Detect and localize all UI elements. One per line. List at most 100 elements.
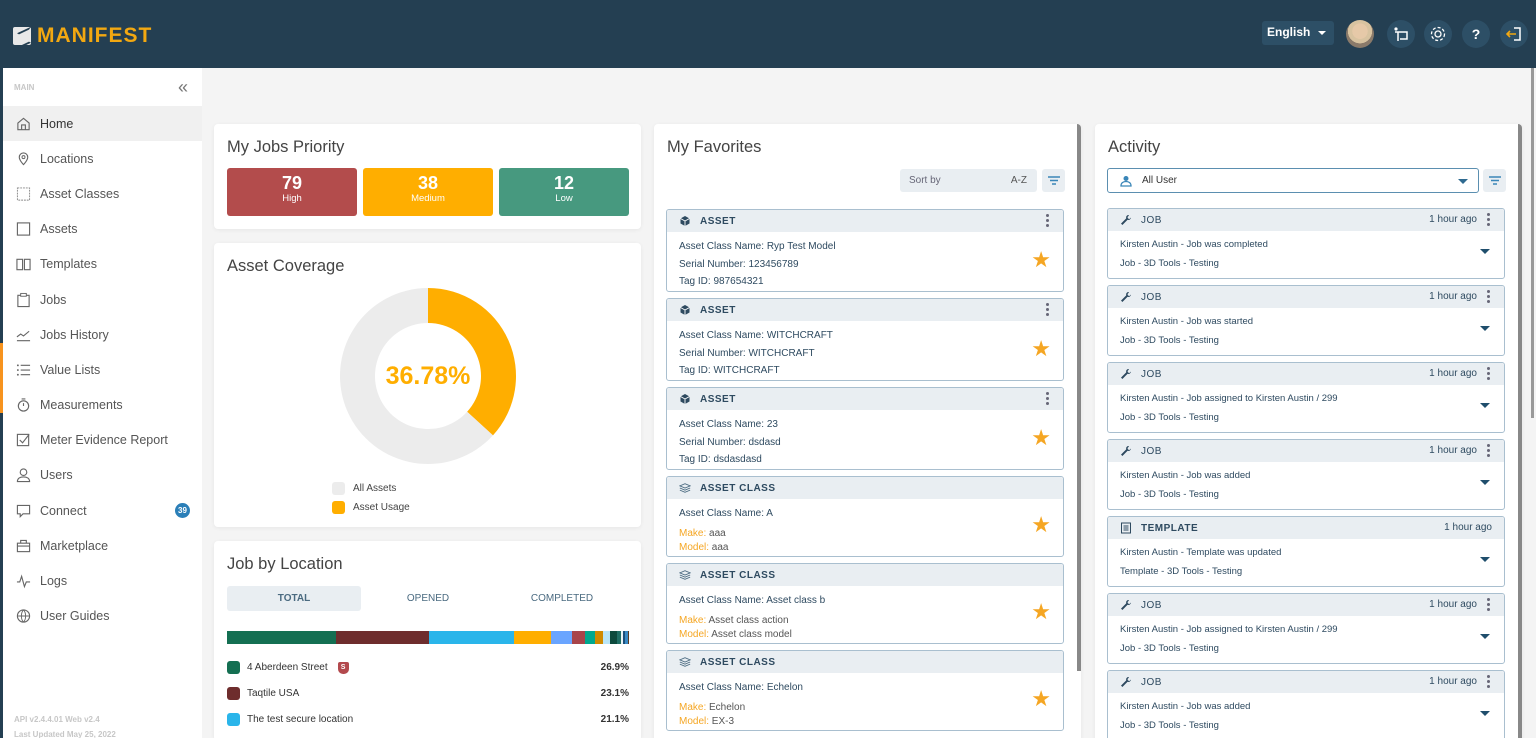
favorite-asset-item[interactable]: ASSET Asset Class Name: WITCHCRAFT Serial… xyxy=(666,298,1064,381)
sidebar-item-locations[interactable]: Locations xyxy=(3,141,202,176)
language-select[interactable]: English xyxy=(1262,21,1334,45)
more-options-icon[interactable] xyxy=(1487,444,1490,457)
activity-time: 1 hour ago xyxy=(1429,676,1477,687)
field-value: Asset class model xyxy=(711,628,792,640)
activity-filter-button[interactable] xyxy=(1483,169,1506,192)
more-options-icon[interactable] xyxy=(1487,213,1490,226)
location-bar-segment[interactable] xyxy=(514,631,552,644)
more-options-icon[interactable] xyxy=(1487,598,1490,611)
sidebar-item-value-lists[interactable]: Value Lists xyxy=(3,352,202,387)
activity-description: Kirsten Austin - Job assigned to Kirsten… xyxy=(1120,624,1338,635)
location-bar-segment[interactable] xyxy=(335,631,429,644)
activity-item[interactable]: JOB 1 hour ago Kirsten Austin - Job was … xyxy=(1107,670,1505,738)
priority-high-tile[interactable]: 79 High xyxy=(227,168,357,216)
more-options-icon[interactable] xyxy=(1487,290,1490,303)
expand-caret-icon[interactable] xyxy=(1480,249,1490,254)
legend-all-assets[interactable]: All Assets xyxy=(332,482,396,495)
tab-completed[interactable]: COMPLETED xyxy=(495,586,629,611)
tab-total[interactable]: TOTAL xyxy=(227,586,361,611)
priority-medium-tile[interactable]: 38 Medium xyxy=(363,168,493,216)
presentation-button[interactable] xyxy=(1387,20,1415,48)
activity-item[interactable]: JOB 1 hour ago Kirsten Austin - Job was … xyxy=(1107,439,1505,510)
field-value: Asset class b xyxy=(766,595,826,606)
expand-caret-icon[interactable] xyxy=(1480,403,1490,408)
star-icon[interactable]: ★ xyxy=(1031,338,1051,360)
sidebar-item-measurements[interactable]: Measurements xyxy=(3,388,202,423)
sidebar-item-meter-evidence-report[interactable]: Meter Evidence Report xyxy=(3,423,202,458)
sidebar-item-home[interactable]: Home xyxy=(3,106,202,142)
sidebar-item-connect[interactable]: Connect 39 xyxy=(3,493,202,528)
activity-item[interactable]: TEMPLATE 1 hour ago Kirsten Austin - Tem… xyxy=(1107,516,1505,587)
expand-caret-icon[interactable] xyxy=(1480,326,1490,331)
favorite-detail-line: Asset Class Name: 23 xyxy=(679,416,1051,434)
star-icon[interactable]: ★ xyxy=(1031,249,1051,271)
location-bar-segment[interactable] xyxy=(429,631,515,644)
user-avatar[interactable] xyxy=(1346,20,1374,48)
location-swatch xyxy=(227,661,240,674)
more-options-icon[interactable] xyxy=(1487,675,1490,688)
star-icon[interactable]: ★ xyxy=(1031,688,1051,710)
expand-caret-icon[interactable] xyxy=(1480,634,1490,639)
location-bar-segment[interactable] xyxy=(584,631,595,644)
favorite-asset-item[interactable]: ASSET Asset Class Name: Ryp Test Model Se… xyxy=(666,209,1064,292)
expand-caret-icon[interactable] xyxy=(1480,711,1490,716)
sidebar-item-templates[interactable]: Templates xyxy=(3,247,202,282)
favorite-detail-line: Serial Number: 123456789 xyxy=(679,256,1051,274)
sidebar-item-logs[interactable]: Logs xyxy=(3,563,202,598)
favorite-asset-class-item[interactable]: ASSET CLASS Asset Class Name: Asset clas… xyxy=(666,563,1064,644)
priority-low-tile[interactable]: 12 Low xyxy=(499,168,629,216)
activity-item[interactable]: JOB 1 hour ago Kirsten Austin - Job assi… xyxy=(1107,593,1505,664)
location-row[interactable]: 4 Aberdeen Street S 26.9% xyxy=(227,661,629,674)
more-options-icon[interactable] xyxy=(1046,303,1049,316)
activity-scrollbar[interactable] xyxy=(1518,124,1522,738)
field-label: Asset Class Name: xyxy=(679,595,767,606)
sort-select[interactable]: Sort by A-Z xyxy=(900,169,1037,192)
logo[interactable]: MANIFEST xyxy=(13,24,152,48)
star-icon[interactable]: ★ xyxy=(1031,514,1051,536)
expand-caret-icon[interactable] xyxy=(1480,557,1490,562)
more-options-icon[interactable] xyxy=(1487,367,1490,380)
favorite-asset-class-item[interactable]: ASSET CLASS Asset Class Name: Echelon Ma… xyxy=(666,650,1064,731)
page-scrollbar[interactable] xyxy=(1531,68,1534,418)
location-bar-segment[interactable] xyxy=(551,631,572,644)
settings-button[interactable] xyxy=(1424,20,1452,48)
sidebar-item-users[interactable]: Users xyxy=(3,458,202,493)
favorites-filter-button[interactable] xyxy=(1042,169,1065,192)
sidebar-item-jobs-history[interactable]: Jobs History xyxy=(3,317,202,352)
sidebar-item-assets[interactable]: Assets xyxy=(3,212,202,247)
tab-opened[interactable]: OPENED xyxy=(361,586,495,611)
favorite-asset-item[interactable]: ASSET Asset Class Name: 23 Serial Number:… xyxy=(666,387,1064,470)
sidebar-item-asset-classes[interactable]: Asset Classes xyxy=(3,176,202,211)
legend-asset-usage[interactable]: Asset Usage xyxy=(332,501,410,514)
activity-item[interactable]: JOB 1 hour ago Kirsten Austin - Job was … xyxy=(1107,285,1505,356)
activity-item-header: JOB 1 hour ago xyxy=(1108,594,1504,616)
sidebar-item-marketplace[interactable]: Marketplace xyxy=(3,528,202,563)
star-icon[interactable]: ★ xyxy=(1031,427,1051,449)
collapse-sidebar-icon[interactable]: « xyxy=(178,78,188,96)
location-bar-segment[interactable] xyxy=(603,631,610,644)
expand-caret-icon[interactable] xyxy=(1480,480,1490,485)
activity-item[interactable]: JOB 1 hour ago Kirsten Austin - Job assi… xyxy=(1107,362,1505,433)
activity-item[interactable]: JOB 1 hour ago Kirsten Austin - Job was … xyxy=(1107,208,1505,279)
more-options-icon[interactable] xyxy=(1046,392,1049,405)
location-row[interactable]: Taqtile USA 23.1% xyxy=(227,687,629,700)
sidebar-item-user-guides[interactable]: User Guides xyxy=(3,599,202,634)
user-filter-select[interactable]: All User xyxy=(1107,168,1479,193)
location-bar-segment[interactable] xyxy=(571,631,585,644)
logout-button[interactable] xyxy=(1500,20,1528,48)
sidebar-item-jobs[interactable]: Jobs xyxy=(3,282,202,317)
more-options-icon[interactable] xyxy=(1046,214,1049,227)
favorites-card: My Favorites Sort by A-Z ASSET Asset Cla… xyxy=(654,124,1081,738)
help-button[interactable]: ? xyxy=(1462,20,1490,48)
favorites-scrollbar[interactable] xyxy=(1077,124,1081,671)
location-bar-segment[interactable] xyxy=(627,631,629,644)
star-icon[interactable]: ★ xyxy=(1031,601,1051,623)
job-by-location-card: Job by Location TOTAL OPENED COMPLETED 4… xyxy=(214,541,641,738)
location-bar-segment[interactable] xyxy=(595,631,604,644)
location-percent: 23.1% xyxy=(600,688,629,699)
location-bar-segment[interactable] xyxy=(609,631,617,644)
favorite-asset-class-item[interactable]: ASSET CLASS Asset Class Name: A Make: aa… xyxy=(666,476,1064,557)
manifest-logo-icon xyxy=(13,27,31,45)
location-bar-segment[interactable] xyxy=(227,631,336,644)
location-row[interactable]: The test secure location 21.1% xyxy=(227,713,629,726)
